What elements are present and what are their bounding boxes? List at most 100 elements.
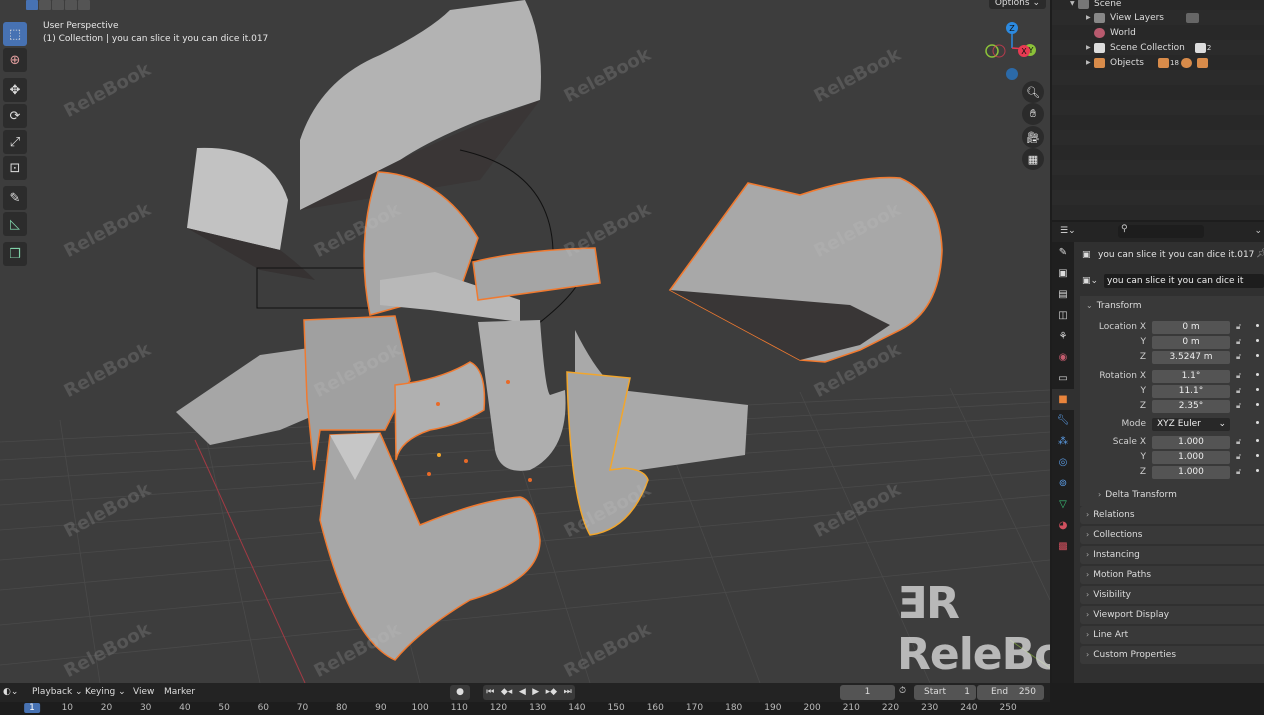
keyframe-dot[interactable] bbox=[1256, 354, 1259, 357]
location-x-field[interactable]: 0 m bbox=[1152, 321, 1230, 334]
jump-end-icon[interactable]: ⏭ bbox=[564, 685, 572, 700]
select-subtract-button[interactable] bbox=[52, 0, 64, 10]
menu-keying[interactable]: Keying ⌄ bbox=[85, 686, 126, 699]
lock-icon[interactable]: 🔓︎ bbox=[1236, 337, 1241, 347]
transform-panel-header[interactable]: ⌄ Transform bbox=[1080, 297, 1264, 315]
panel-motion-paths[interactable]: › Motion Paths bbox=[1080, 566, 1264, 584]
scene-render[interactable] bbox=[0, 0, 1050, 683]
jump-start-icon[interactable]: ⏮ bbox=[486, 685, 494, 700]
scale-tool[interactable]: ⤢ bbox=[3, 130, 27, 154]
tab-modifiers[interactable]: 🔧︎ bbox=[1052, 410, 1074, 431]
panel-line-art[interactable]: › Line Art bbox=[1080, 626, 1264, 644]
lock-icon[interactable]: 🔓︎ bbox=[1236, 386, 1241, 396]
lock-icon[interactable]: 🔓︎ bbox=[1236, 352, 1241, 362]
tab-data[interactable]: ▽ bbox=[1052, 494, 1074, 515]
outliner-item-scene-collection[interactable]: ▶ Scene Collection 2 bbox=[1086, 40, 1264, 55]
rotate-tool[interactable]: ⟳ bbox=[3, 104, 27, 128]
panel-custom-properties[interactable]: › Custom Properties bbox=[1080, 646, 1264, 664]
keyframe-dot[interactable] bbox=[1256, 454, 1259, 457]
next-keyframe-icon[interactable]: ▸◆ bbox=[546, 685, 557, 700]
tab-scene[interactable]: ⚘ bbox=[1052, 326, 1074, 347]
pan-view-button[interactable]: ✋︎ bbox=[1022, 103, 1044, 125]
move-tool[interactable]: ✥ bbox=[3, 78, 27, 102]
panel-relations[interactable]: › Relations bbox=[1080, 506, 1264, 524]
frame-ruler[interactable]: 1 10 20 30 40 50 60 70 80 90 100 110 120 130 140 150 160… bbox=[0, 702, 1050, 715]
tab-object[interactable]: ■ bbox=[1052, 389, 1074, 410]
lock-icon[interactable]: 🔓︎ bbox=[1236, 467, 1241, 477]
outliner-item-objects[interactable]: ▶ Objects 18 bbox=[1086, 55, 1264, 70]
lock-icon[interactable]: 🔓︎ bbox=[1236, 401, 1241, 411]
lock-icon[interactable]: 🔓︎ bbox=[1236, 322, 1241, 332]
tab-render[interactable]: ▣ bbox=[1052, 263, 1074, 284]
menu-marker[interactable]: Marker bbox=[164, 686, 195, 699]
annotate-tool[interactable]: ✎ bbox=[3, 186, 27, 210]
keyframe-dot[interactable] bbox=[1256, 439, 1259, 442]
select-box-tool[interactable]: ⬚ bbox=[3, 22, 27, 46]
auto-keying-toggle[interactable]: ● bbox=[450, 685, 470, 700]
tab-texture[interactable]: ▩ bbox=[1052, 536, 1074, 557]
select-extend-button[interactable] bbox=[39, 0, 51, 10]
expand-right-icon[interactable]: ▶ bbox=[1086, 14, 1094, 21]
options-dropdown[interactable]: Options ⌄ bbox=[988, 0, 1046, 9]
tab-physics[interactable]: ◎ bbox=[1052, 452, 1074, 473]
select-intersect-button[interactable] bbox=[78, 0, 90, 10]
tab-constraints[interactable]: ⊚ bbox=[1052, 473, 1074, 494]
chevron-down-icon[interactable]: ⌄ bbox=[1254, 226, 1262, 236]
keyframe-dot[interactable] bbox=[1256, 388, 1259, 391]
select-new-button[interactable] bbox=[26, 0, 38, 10]
keyframe-dot[interactable] bbox=[1256, 324, 1259, 327]
scale-x-field[interactable]: 1.000 bbox=[1152, 436, 1230, 449]
rotation-z-field[interactable]: 2.35° bbox=[1152, 400, 1230, 413]
select-difference-button[interactable] bbox=[65, 0, 77, 10]
current-frame-field[interactable]: 1 bbox=[840, 685, 895, 700]
object-name-field[interactable]: you can slice it you can dice it bbox=[1104, 274, 1264, 288]
keyframe-dot[interactable] bbox=[1256, 339, 1259, 342]
location-z-field[interactable]: 3.5247 m bbox=[1152, 351, 1230, 364]
lock-icon[interactable]: 🔓︎ bbox=[1236, 452, 1241, 462]
play-reverse-icon[interactable]: ◀ bbox=[519, 685, 526, 700]
tab-output[interactable]: ▤ bbox=[1052, 284, 1074, 305]
object-type-dropdown[interactable]: ▣⌄ bbox=[1082, 276, 1098, 286]
lock-icon[interactable]: 🔓︎ bbox=[1236, 371, 1241, 381]
rotation-y-field[interactable]: 11.1° bbox=[1152, 385, 1230, 398]
panel-collections[interactable]: › Collections bbox=[1080, 526, 1264, 544]
delta-transform-subpanel[interactable]: › Delta Transform bbox=[1092, 486, 1264, 504]
location-y-field[interactable]: 0 m bbox=[1152, 336, 1230, 349]
tab-particles[interactable]: ⁂ bbox=[1052, 431, 1074, 452]
render-layer-icon[interactable] bbox=[1186, 12, 1199, 23]
rotation-x-field[interactable]: 1.1° bbox=[1152, 370, 1230, 383]
end-frame-field[interactable]: End 250 bbox=[977, 685, 1044, 700]
pin-icon[interactable]: 📌︎ bbox=[1256, 249, 1264, 259]
keyframe-dot[interactable] bbox=[1256, 469, 1259, 472]
panel-visibility[interactable]: › Visibility bbox=[1080, 586, 1264, 604]
panel-instancing[interactable]: › Instancing bbox=[1080, 546, 1264, 564]
navigation-gizmo[interactable]: Z X Y bbox=[980, 18, 1050, 88]
outliner-item-world[interactable]: World bbox=[1086, 25, 1264, 40]
menu-view[interactable]: View bbox=[133, 686, 154, 699]
play-icon[interactable]: ▶ bbox=[532, 685, 539, 700]
properties-search[interactable]: ⚲ bbox=[1118, 224, 1204, 238]
transform-tool[interactable]: ⊡ bbox=[3, 156, 27, 180]
current-frame-marker[interactable]: 1 bbox=[24, 703, 40, 713]
scale-z-field[interactable]: 1.000 bbox=[1152, 466, 1230, 479]
rotation-mode-dropdown[interactable]: XYZ Euler ⌄ bbox=[1152, 418, 1230, 431]
ortho-toggle-button[interactable]: ▦ bbox=[1022, 148, 1044, 170]
expand-right-icon[interactable]: ▶ bbox=[1086, 44, 1094, 51]
expand-down-icon[interactable]: ▼ bbox=[1070, 0, 1078, 7]
lock-icon[interactable]: 🔓︎ bbox=[1236, 437, 1241, 447]
menu-playback[interactable]: Playback ⌄ bbox=[32, 686, 83, 699]
tab-tool[interactable]: ✎ bbox=[1052, 242, 1074, 263]
keyframe-dot[interactable] bbox=[1256, 403, 1259, 406]
tab-material[interactable]: ◕ bbox=[1052, 515, 1074, 536]
measure-tool[interactable]: ◺ bbox=[3, 212, 27, 236]
expand-right-icon[interactable]: ▶ bbox=[1086, 59, 1094, 66]
editor-type-button[interactable]: ◐⌄ bbox=[3, 686, 18, 699]
tab-view-layer[interactable]: ◫ bbox=[1052, 305, 1074, 326]
tab-collection[interactable]: ▭ bbox=[1052, 368, 1074, 389]
camera-view-button[interactable]: 🎥︎ bbox=[1022, 126, 1044, 148]
add-cube-tool[interactable]: ❒ bbox=[3, 242, 27, 266]
editor-type-icon[interactable]: ☰⌄ bbox=[1060, 226, 1076, 236]
zoom-view-button[interactable]: 🔍︎ bbox=[1022, 81, 1044, 103]
tab-world[interactable]: ◉ bbox=[1052, 347, 1074, 368]
3d-viewport[interactable]: ReleBook ReleBook ReleBook ReleBook Rele… bbox=[0, 0, 1050, 683]
